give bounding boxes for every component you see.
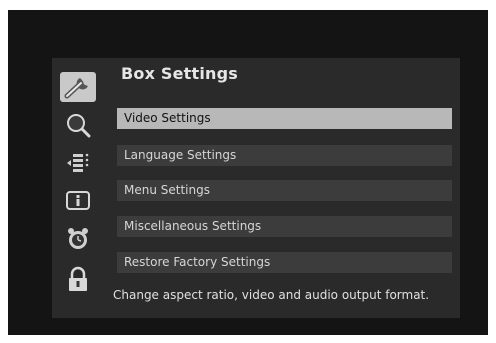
alarm-clock-icon[interactable] — [60, 224, 96, 254]
sidebar — [52, 58, 108, 318]
help-text: Change aspect ratio, video and audio out… — [113, 288, 430, 302]
lock-icon[interactable] — [60, 264, 96, 294]
menu-item-menu-settings[interactable]: Menu Settings — [117, 180, 452, 201]
menu-item-miscellaneous-settings[interactable]: Miscellaneous Settings — [117, 216, 452, 237]
page-title: Box Settings — [121, 64, 239, 83]
menu-item-restore-factory-settings[interactable]: Restore Factory Settings — [117, 252, 452, 273]
info-icon[interactable] — [60, 186, 96, 216]
settings-wrench-icon[interactable] — [60, 72, 96, 102]
channel-list-icon[interactable] — [60, 148, 96, 178]
menu-item-video-settings[interactable]: Video Settings — [117, 108, 452, 129]
search-magnifier-icon[interactable] — [60, 110, 96, 140]
menu-item-language-settings[interactable]: Language Settings — [117, 145, 452, 166]
